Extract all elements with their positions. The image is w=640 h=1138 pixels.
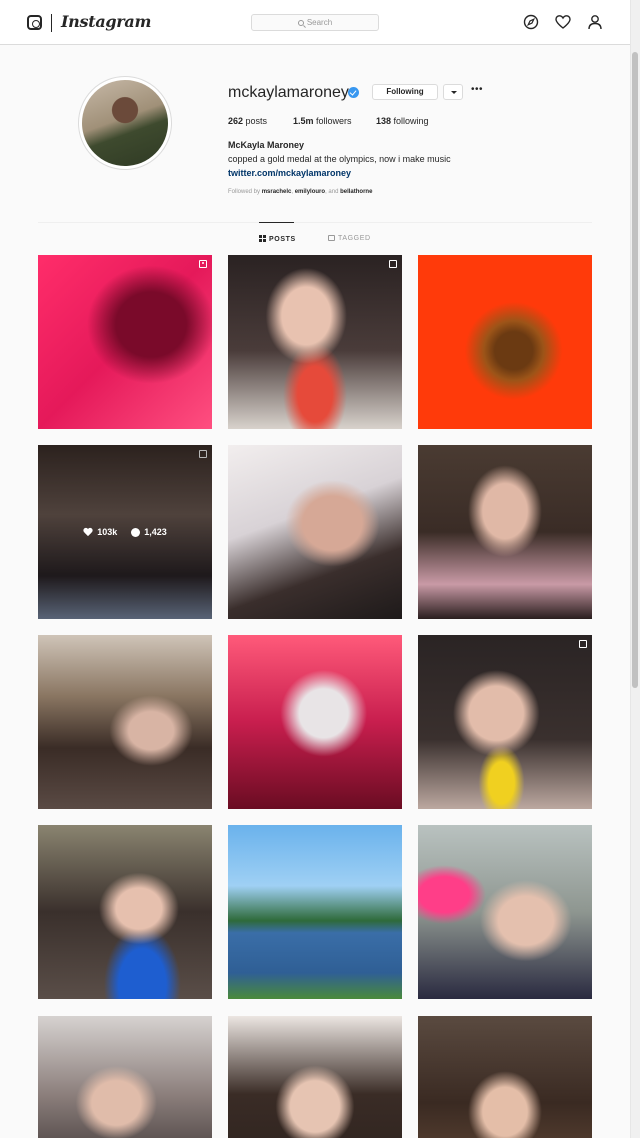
activity-heart-icon[interactable]	[555, 14, 571, 30]
followers-label: followers	[316, 116, 352, 126]
posts-count: 262	[228, 116, 244, 126]
carousel-icon	[579, 640, 587, 648]
comments-count: 1,423	[131, 527, 167, 537]
search-input[interactable]: Search	[251, 14, 379, 31]
followers-count: 1.5m	[293, 116, 314, 126]
post-thumbnail[interactable]	[418, 255, 592, 429]
comment-icon	[131, 527, 141, 537]
followed-by-user[interactable]: bellathorne	[340, 189, 372, 195]
followed-by-user[interactable]: emilylouro	[295, 189, 325, 195]
followed-by-user[interactable]: msrachelc	[262, 189, 292, 195]
tab-tagged[interactable]: TAGGED	[328, 235, 371, 242]
grid-icon	[259, 235, 266, 242]
tabs-divider	[38, 222, 592, 223]
followed-by-separator: ,	[291, 189, 294, 195]
followed-by-separator: , and	[325, 189, 339, 195]
profile-full-name: McKayla Maroney	[228, 140, 305, 150]
page-scrollbar[interactable]	[630, 0, 640, 1138]
active-tab-indicator	[259, 222, 294, 223]
post-thumbnail[interactable]	[418, 1016, 592, 1138]
search-icon	[297, 20, 304, 26]
profile-avatar[interactable]	[78, 76, 172, 170]
post-thumbnail[interactable]	[418, 445, 592, 619]
profile-link[interactable]: twitter.com/mckaylamaroney	[228, 168, 351, 178]
search-placeholder: Search	[306, 18, 333, 27]
tab-posts[interactable]: POSTS	[259, 235, 296, 243]
logo-divider	[51, 14, 52, 32]
tagged-icon	[328, 235, 335, 241]
carousel-icon	[389, 260, 397, 268]
post-thumbnail[interactable]	[228, 255, 402, 429]
avatar-photo	[82, 80, 168, 166]
post-thumbnail[interactable]	[418, 825, 592, 999]
heart-icon	[83, 528, 93, 537]
likes-count: 103k	[83, 527, 117, 537]
instagram-wordmark[interactable]: Instagram	[61, 12, 151, 31]
post-hover-overlay: 103k 1,423	[38, 445, 212, 619]
comments-value: 1,423	[144, 527, 167, 537]
profile-person-icon[interactable]	[587, 14, 603, 30]
suggestions-dropdown-button[interactable]	[443, 84, 463, 100]
verified-badge-icon	[348, 87, 359, 98]
posts-label: posts	[245, 116, 268, 126]
post-thumbnail[interactable]	[418, 635, 592, 809]
post-thumbnail[interactable]	[38, 635, 212, 809]
post-thumbnail[interactable]	[38, 825, 212, 999]
post-thumbnail[interactable]	[228, 825, 402, 999]
explore-compass-icon[interactable]	[523, 14, 539, 30]
post-thumbnail[interactable]	[228, 635, 402, 809]
video-icon	[199, 260, 207, 268]
profile-username: mckaylamaroney	[228, 84, 349, 101]
tab-posts-label: POSTS	[269, 236, 296, 243]
post-thumbnail[interactable]: 103k 1,423	[38, 445, 212, 619]
followed-by: Followed by msrachelc, emilylouro, and b…	[228, 189, 372, 195]
followed-by-prefix: Followed by	[228, 189, 261, 195]
tab-tagged-label: TAGGED	[338, 235, 371, 242]
top-nav-bar: Instagram Search	[0, 0, 630, 45]
stat-followers[interactable]: 1.5m followers	[293, 116, 352, 126]
post-thumbnail[interactable]	[38, 1016, 212, 1138]
likes-value: 103k	[97, 527, 118, 537]
stat-following[interactable]: 138 following	[376, 116, 429, 126]
instagram-camera-icon[interactable]	[27, 15, 42, 30]
stat-posts: 262 posts	[228, 116, 267, 126]
more-options-icon[interactable]: •••	[471, 85, 485, 97]
following-button[interactable]: Following	[372, 84, 438, 100]
profile-bio: copped a gold medal at the olympics, now…	[228, 154, 451, 164]
post-thumbnail[interactable]	[228, 1016, 402, 1138]
post-thumbnail[interactable]	[38, 255, 212, 429]
scrollbar-thumb[interactable]	[632, 52, 638, 688]
following-count: 138	[376, 116, 392, 126]
following-label: following	[393, 116, 429, 126]
post-thumbnail[interactable]	[228, 445, 402, 619]
